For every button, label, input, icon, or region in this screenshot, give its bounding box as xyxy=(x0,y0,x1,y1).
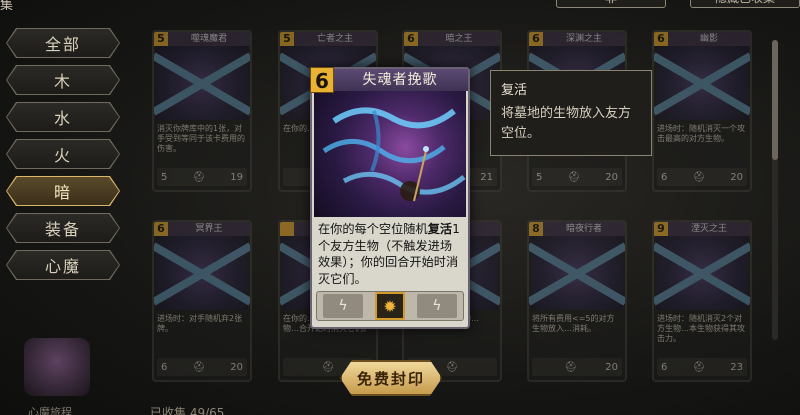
card-stats: 5 ⛑ 19 xyxy=(157,168,247,186)
card-desc: 进场时：随机消灭一个攻击最高的对方生物。 xyxy=(657,124,745,143)
card-name: 深渊之主 xyxy=(543,32,625,46)
sun-gear-icon: ✹ xyxy=(375,292,405,320)
card-name: 幽影 xyxy=(668,32,750,46)
lightning-icon: ϟ xyxy=(417,294,457,318)
helmet-icon: ⛑ xyxy=(445,361,459,373)
card-art xyxy=(314,91,466,217)
card-art xyxy=(156,46,248,120)
tab-label: 暗 xyxy=(7,177,119,205)
tooltip-body: 将墓地的生物放入友方空位。 xyxy=(501,106,632,141)
tab-dark[interactable]: 暗 xyxy=(6,176,126,213)
tab-equipment[interactable]: 装备 xyxy=(6,213,126,250)
card-art xyxy=(656,236,748,310)
card-description: 在你的每个空位随机复活1个友方生物（不触发进场效果）；你的回合开始时消灭它们。 xyxy=(318,221,464,289)
attack-value: 6 xyxy=(661,361,668,373)
tab-label: 火 xyxy=(7,140,119,168)
attack-value: 5 xyxy=(536,171,543,183)
card-stats: 6 ⛑ 23 xyxy=(657,358,747,376)
helmet-icon: ⛑ xyxy=(321,361,335,373)
helmet-icon: ⛑ xyxy=(692,361,706,373)
card-art xyxy=(656,46,748,120)
card-cost: 5 xyxy=(280,32,294,46)
lightning-icon: ϟ xyxy=(323,294,363,318)
card-art xyxy=(156,236,248,310)
chest-label: 心魔旅程 xyxy=(28,406,72,415)
tab-heart-demon[interactable]: 心魔 xyxy=(6,250,126,287)
card-name: 噬魂魔君 xyxy=(168,32,250,46)
card-title: 失魂者挽歌 xyxy=(332,69,468,91)
card-desc: 进场时：随机消灭2个对方生物…本生物获得其攻击力。 xyxy=(657,314,745,343)
health-value: 20 xyxy=(230,361,243,373)
desc-part: 在你的每个空位随机 xyxy=(318,222,428,236)
card-cost: 6 xyxy=(654,32,668,46)
treasure-chest-icon[interactable] xyxy=(24,338,90,396)
card-stats: 6 ⛑ 20 xyxy=(657,168,747,186)
tab-label: 装备 xyxy=(7,214,119,242)
free-seal-button[interactable]: 免费封印 xyxy=(340,360,442,396)
helmet-icon: ⛑ xyxy=(192,361,206,373)
card-name: 亡者之主 xyxy=(294,32,376,46)
collection-card[interactable]: 5 噬魂魔君 消灭你牌库中的1张，对手受到等同于该卡费用的伤害。 5 ⛑ 19 xyxy=(152,30,252,192)
tab-fire[interactable]: 火 xyxy=(6,139,126,176)
helmet-icon: ⛑ xyxy=(692,171,706,183)
collection-card[interactable]: 6 冥界王 进场时：对手随机弃2张牌。 6 ⛑ 20 xyxy=(152,220,252,382)
collection-card[interactable]: 6 幽影 进场时：随机消灭一个攻击最高的对方生物。 6 ⛑ 20 xyxy=(652,30,752,192)
attack-value: 6 xyxy=(661,171,668,183)
scrollbar[interactable] xyxy=(772,40,778,340)
tab-label: 水 xyxy=(7,103,119,131)
health-value: 20 xyxy=(605,361,618,373)
tab-label: 全部 xyxy=(7,29,119,57)
attack-value: 5 xyxy=(161,171,168,183)
helmet-icon: ⛑ xyxy=(564,361,577,373)
filter-button[interactable]: 非 xyxy=(556,0,666,8)
helmet-icon: ⛑ xyxy=(192,171,206,183)
card-cost: 6 xyxy=(310,67,334,93)
attack-value: 6 xyxy=(161,361,168,373)
health-value: 19 xyxy=(230,171,243,183)
card-name: 冥界王 xyxy=(168,222,250,236)
tab-label: 木 xyxy=(7,66,119,94)
helmet-icon: ⛑ xyxy=(567,171,581,183)
collection-count: 已收集 49/65 xyxy=(150,406,225,415)
card-name: 湮灭之王 xyxy=(668,222,750,236)
scroll-thumb[interactable] xyxy=(772,40,778,160)
card-name: 暗夜行者 xyxy=(543,222,625,236)
keyword-revive[interactable]: 复活 xyxy=(428,222,452,236)
tab-label: 心魔 xyxy=(7,251,119,279)
collection-card[interactable]: 9 湮灭之王进场时：随机消灭2个对方生物…本生物获得其攻击力。 6 ⛑ 23 xyxy=(652,220,752,382)
card-desc: 将所有费用<=5的对方生物放入…消耗。 xyxy=(532,314,615,333)
card-cost: 6 xyxy=(154,222,168,236)
card-art xyxy=(531,236,623,310)
card-cost: 5 xyxy=(154,32,168,46)
card-name: 暗之王 xyxy=(418,32,500,46)
category-sidebar: 全部 木 水 火 暗 装备 心魔 xyxy=(6,28,126,287)
health-value: 20 xyxy=(730,171,743,183)
tab-water[interactable]: 水 xyxy=(6,102,126,139)
health-value: 23 xyxy=(730,361,743,373)
focused-card[interactable]: 6 失魂者挽歌 在你的每个空位随机复活1个友方生物（不触发进场效果）；你的回合开… xyxy=(310,67,470,329)
keyword-tooltip: 复活 将墓地的生物放入友方空位。 xyxy=(490,70,652,156)
tab-wood[interactable]: 木 xyxy=(6,65,126,102)
health-value: 21 xyxy=(480,171,493,183)
collection-card[interactable]: 8 暗夜行者将所有费用<=5的对方生物放入…消耗。 ⛑ 20 xyxy=(527,220,627,382)
card-cost: 6 xyxy=(529,32,543,46)
hide-collected-toggle[interactable]: 隐藏已收集 xyxy=(690,0,800,8)
tooltip-title: 复活 xyxy=(501,83,528,98)
health-value: 20 xyxy=(605,171,618,183)
card-stats: 5 ⛑ 20 xyxy=(532,168,622,186)
wisp-art-icon xyxy=(322,107,466,202)
card-stat-bar: ϟ ✹ ϟ xyxy=(316,291,464,321)
card-cost xyxy=(280,222,294,236)
card-stats: 6 ⛑ 20 xyxy=(157,358,247,376)
card-cost: 8 xyxy=(529,222,543,236)
page-title: 集 xyxy=(0,0,14,10)
card-stats: ⛑ 20 xyxy=(532,358,622,376)
card-cost: 6 xyxy=(404,32,418,46)
top-bar: 集 非 隐藏已收集 xyxy=(0,0,800,12)
card-desc: 进场时：对手随机弃2张牌。 xyxy=(157,314,243,333)
card-cost: 9 xyxy=(654,222,668,236)
card-desc: 消灭你牌库中的1张，对手受到等同于该卡费用的伤害。 xyxy=(157,124,245,153)
tab-all[interactable]: 全部 xyxy=(6,28,126,65)
